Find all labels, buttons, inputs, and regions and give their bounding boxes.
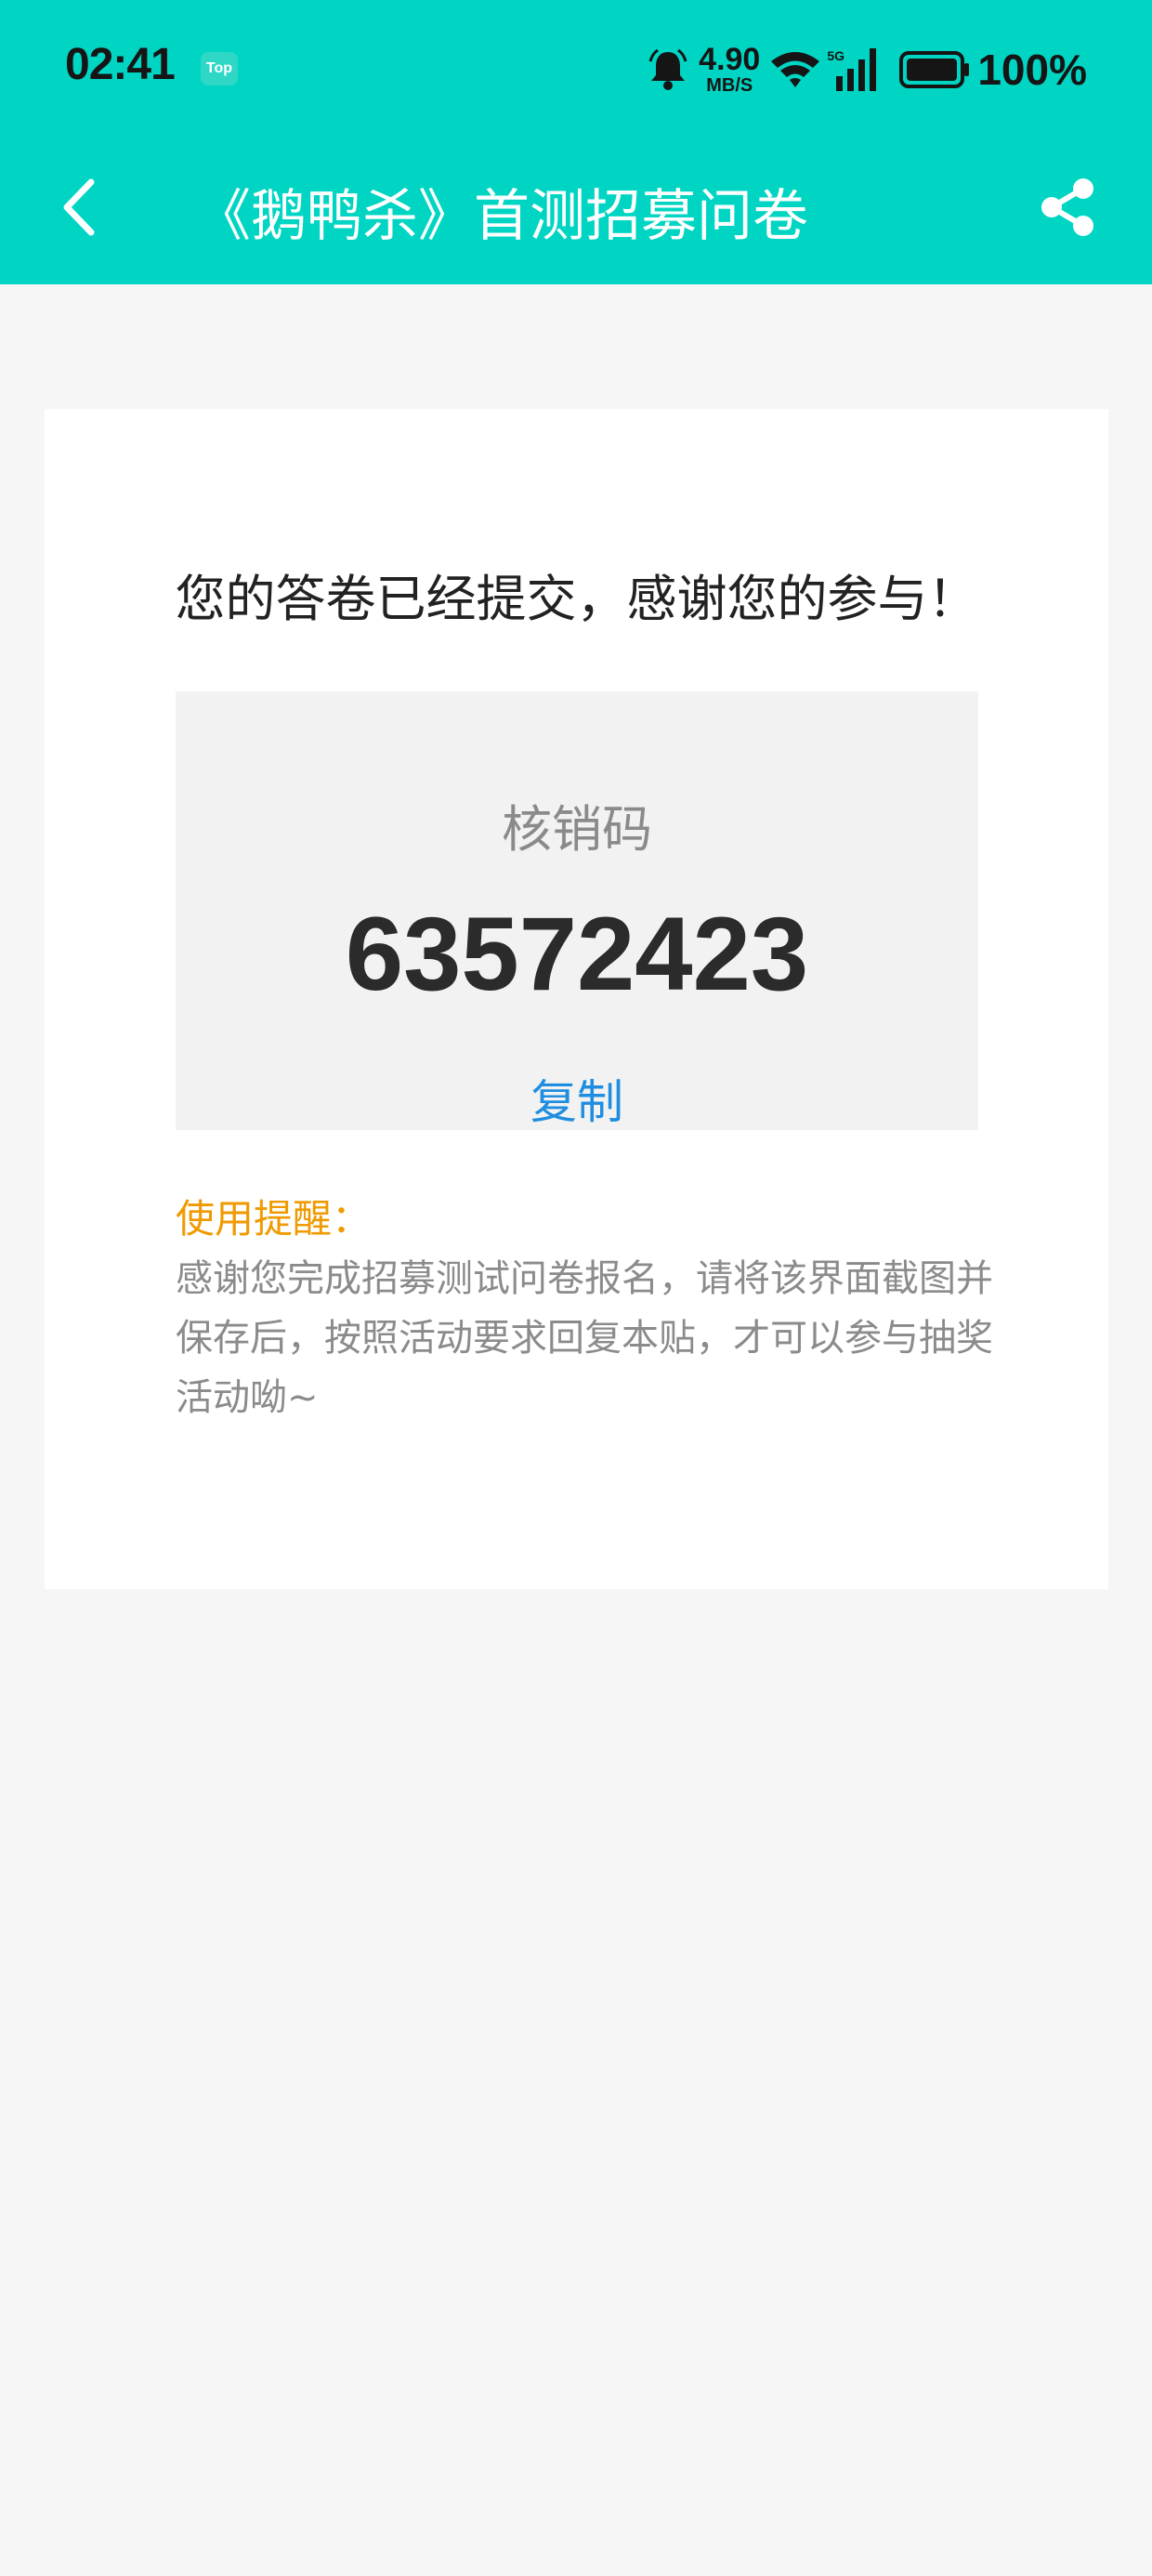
share-icon[interactable]	[1039, 177, 1098, 238]
speed-value: 4.90	[699, 42, 761, 77]
back-arrow-icon[interactable]	[58, 177, 104, 238]
bell-icon	[648, 48, 687, 90]
verification-code: 63572423	[345, 896, 809, 1012]
wifi-icon	[771, 52, 820, 87]
result-card: 您的答卷已经提交，感谢您的参与！ 核销码 63572423 复制 使用提醒： 感…	[45, 409, 1108, 1589]
page-title: 《鹅鸭杀》首测招募问卷	[195, 184, 808, 249]
verification-code-box: 核销码 63572423 复制	[176, 691, 978, 1130]
speed-unit: MB/S	[706, 75, 753, 96]
app-header: 02:41 Top 4.90 MB/S 5G 100% 《鹅鸭杀》首测招募问卷	[0, 0, 1152, 284]
network-speed: 4.90 MB/S	[699, 44, 760, 96]
copy-button[interactable]: 复制	[521, 1065, 633, 1132]
status-indicators: 4.90 MB/S 5G 100%	[645, 37, 1087, 102]
reminder-text: 感谢您完成招募测试问卷报名，请将该界面截图并保存后，按照活动要求回复本贴，才可以…	[176, 1257, 993, 1419]
top-app-badge: Top	[201, 52, 238, 85]
submission-message: 您的答卷已经提交，感谢您的参与！	[175, 570, 978, 628]
signal-icon: 5G	[827, 46, 879, 93]
battery-icon	[899, 51, 970, 88]
battery-percent: 100%	[977, 46, 1087, 94]
reminder-label: 使用提醒：	[176, 1196, 372, 1242]
code-label: 核销码	[502, 800, 652, 859]
status-time: 02:41	[65, 40, 176, 89]
